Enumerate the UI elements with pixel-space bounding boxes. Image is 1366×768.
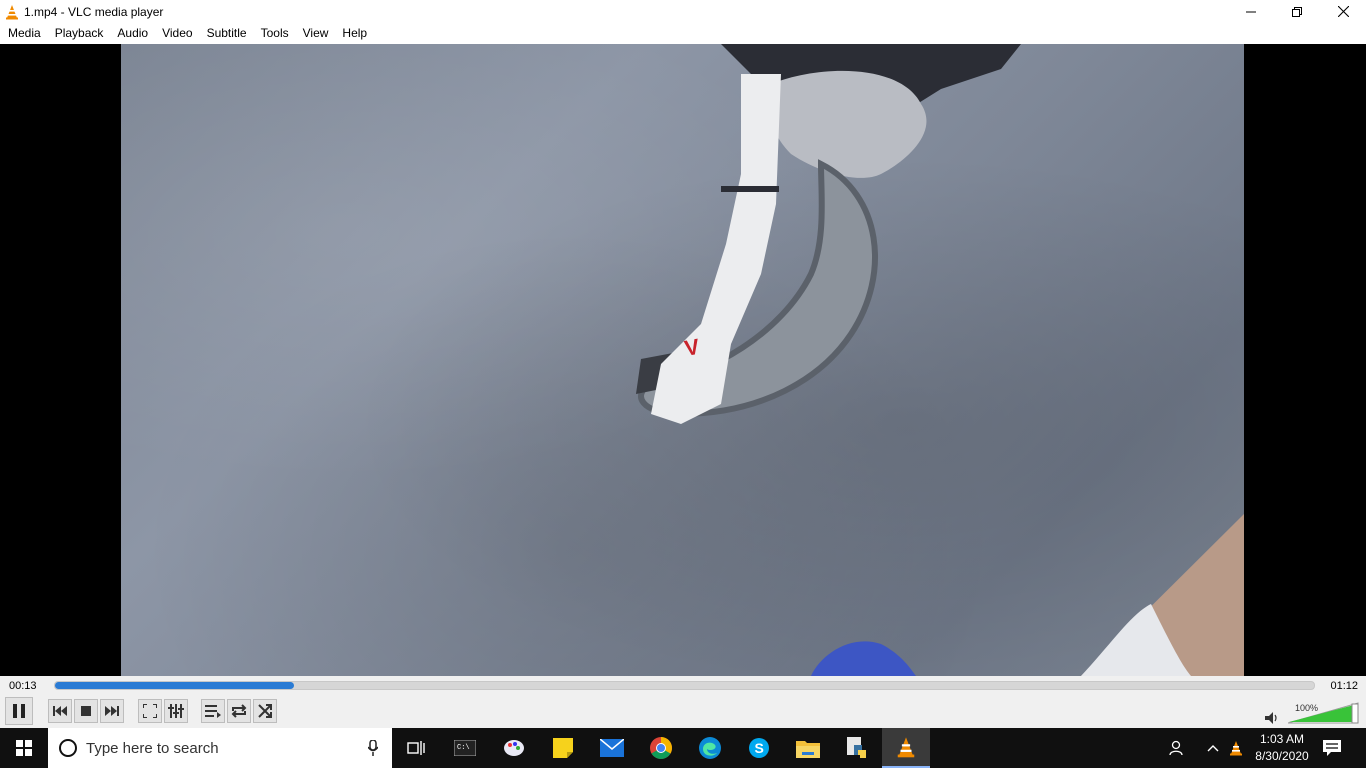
taskbar-skype[interactable]: S — [735, 728, 783, 768]
menu-audio[interactable]: Audio — [110, 23, 155, 44]
minimize-icon — [1246, 11, 1256, 12]
start-button[interactable] — [0, 728, 48, 768]
stop-button[interactable] — [74, 699, 98, 723]
edge-icon — [699, 737, 721, 759]
menu-tools[interactable]: Tools — [254, 23, 296, 44]
menu-bar: Media Playback Audio Video Subtitle Tool… — [0, 23, 1366, 44]
shuffle-button[interactable] — [253, 699, 277, 723]
terminal-icon: C:\ — [454, 740, 476, 756]
paint-icon — [504, 740, 524, 756]
previous-icon — [53, 706, 67, 716]
restore-button[interactable] — [1274, 0, 1320, 23]
people-button[interactable] — [1165, 728, 1189, 768]
playlist-button[interactable] — [201, 699, 225, 723]
microphone-icon[interactable] — [368, 740, 378, 756]
clock-time: 1:03 AM — [1259, 732, 1305, 746]
video-display[interactable]: V — [0, 44, 1366, 676]
taskbar-vlc[interactable] — [882, 728, 930, 768]
svg-text:S: S — [755, 740, 764, 756]
tray-vlc[interactable] — [1226, 728, 1246, 768]
menu-video[interactable]: Video — [155, 23, 199, 44]
playlist-icon — [205, 705, 221, 718]
skype-icon: S — [749, 738, 769, 758]
restore-icon — [1292, 6, 1302, 17]
people-icon — [1169, 740, 1183, 756]
clock-date: 8/30/2020 — [1255, 749, 1309, 763]
menu-view[interactable]: View — [296, 23, 336, 44]
taskbar-edge[interactable] — [686, 728, 734, 768]
task-view-button[interactable] — [392, 728, 440, 768]
volume-speaker-icon[interactable] — [1265, 712, 1279, 724]
cortana-icon — [59, 739, 77, 757]
menu-media[interactable]: Media — [1, 23, 48, 44]
chevron-up-icon — [1207, 745, 1219, 752]
taskbar-paint[interactable] — [490, 728, 538, 768]
taskbar-chrome[interactable] — [637, 728, 685, 768]
loop-icon — [231, 704, 247, 718]
window-title: 1.mp4 - VLC media player — [24, 4, 164, 19]
search-placeholder: Type here to search — [86, 739, 219, 757]
close-icon — [1337, 6, 1349, 17]
python-icon — [847, 737, 866, 758]
mail-icon — [600, 739, 624, 757]
extended-settings-button[interactable] — [164, 699, 188, 723]
fullscreen-button[interactable] — [138, 699, 162, 723]
action-center-button[interactable] — [1320, 728, 1344, 768]
seek-bar[interactable] — [54, 681, 1315, 690]
menu-help[interactable]: Help — [335, 23, 374, 44]
file-explorer-icon — [796, 741, 820, 758]
vlc-tray-icon — [1230, 741, 1242, 756]
fullscreen-icon — [143, 704, 157, 718]
equalizer-icon — [168, 704, 184, 718]
seek-progress — [55, 682, 295, 689]
elapsed-time: 00:13 — [9, 680, 37, 692]
pause-button[interactable] — [5, 697, 33, 725]
close-button[interactable] — [1320, 0, 1366, 23]
windows-logo-icon — [16, 740, 32, 756]
sticky-notes-icon — [553, 738, 573, 758]
taskbar-sticky-notes[interactable] — [539, 728, 587, 768]
stop-icon — [81, 706, 91, 716]
minimize-button[interactable] — [1228, 0, 1274, 23]
taskbar-terminal[interactable]: C:\ — [441, 728, 489, 768]
chrome-icon — [650, 737, 672, 759]
taskbar-search-box[interactable]: Type here to search — [48, 728, 392, 768]
task-view-icon — [407, 741, 425, 755]
menu-playback[interactable]: Playback — [48, 23, 111, 44]
next-button[interactable] — [100, 699, 124, 723]
video-frame: V — [121, 44, 1244, 676]
total-time: 01:12 — [1330, 680, 1358, 692]
taskbar-file-explorer[interactable] — [784, 728, 832, 768]
next-icon — [105, 706, 119, 716]
playback-controls: 00:13 01:12 100% — [0, 676, 1366, 728]
shuffle-icon — [258, 704, 272, 718]
taskbar-mail[interactable] — [588, 728, 636, 768]
loop-button[interactable] — [227, 699, 251, 723]
volume-slider[interactable] — [1288, 701, 1360, 725]
svg-text:C:\: C:\ — [457, 744, 470, 752]
show-hidden-icons-button[interactable] — [1203, 728, 1223, 768]
vlc-icon — [897, 737, 915, 758]
notifications-icon — [1323, 740, 1341, 756]
previous-button[interactable] — [48, 699, 72, 723]
title-bar: 1.mp4 - VLC media player — [0, 0, 1366, 23]
taskbar-python[interactable] — [833, 728, 881, 768]
pause-icon — [13, 704, 25, 718]
windows-taskbar: Type here to search C:\ S 1:03 AM 8/30/2… — [0, 728, 1366, 768]
vlc-cone-icon — [6, 4, 18, 19]
taskbar-clock[interactable]: 1:03 AM 8/30/2020 — [1254, 731, 1310, 765]
video-content: V — [636, 44, 1244, 676]
menu-subtitle[interactable]: Subtitle — [200, 23, 254, 44]
